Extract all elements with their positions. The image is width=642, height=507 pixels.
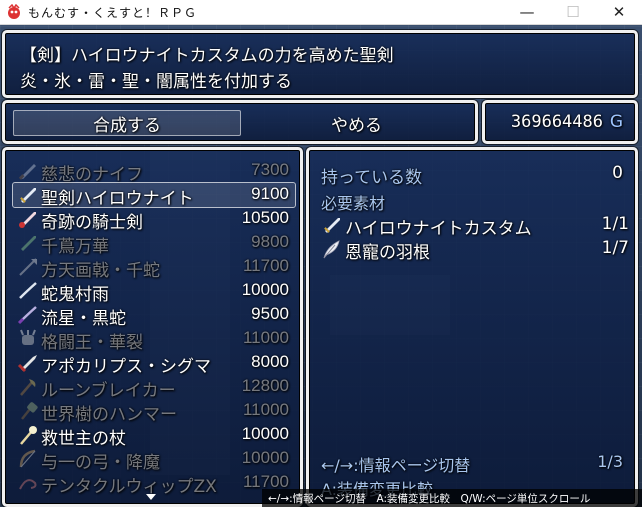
material-count: 1/7 bbox=[601, 238, 629, 258]
item-price: 10000 bbox=[241, 424, 289, 443]
page-switch-hint: ←/→:情報ページ切替 bbox=[321, 456, 471, 475]
key-help-bar: ←/→:情報ページ切替 A:装備変更比較 Q/W:ページ単位スクロール bbox=[262, 489, 642, 507]
gold-unit: G bbox=[609, 112, 623, 132]
help-window: 【剣】ハイロウナイトカスタムの力を高めた聖剣 炎・氷・雷・聖・闇属性を付加する bbox=[2, 30, 638, 98]
gold-amount: 369664486 bbox=[510, 112, 603, 132]
whip-icon bbox=[19, 479, 37, 490]
help-line-1: 【剣】ハイロウナイトカスタムの力を高めた聖剣 bbox=[20, 46, 394, 66]
item-price: 9500 bbox=[251, 304, 289, 323]
key-help-text: ←/→:情報ページ切替 A:装備変更比較 Q/W:ページ単位スクロール bbox=[268, 493, 591, 505]
item-name: 聖剣ハイロウナイト bbox=[41, 189, 194, 209]
item-price: 11700 bbox=[242, 256, 289, 275]
item-name: 蛇鬼村雨 bbox=[41, 285, 109, 305]
katana-icon bbox=[19, 282, 37, 299]
minimize-button[interactable]: — bbox=[504, 0, 550, 24]
required-materials-label: 必要素材 bbox=[321, 194, 386, 213]
item-price: 10000 bbox=[241, 448, 289, 467]
item-name: 与一の弓・降魔 bbox=[41, 453, 160, 473]
item-name: 千蔦万華 bbox=[41, 237, 109, 257]
item-name: 世界樹のハンマー bbox=[41, 405, 177, 425]
hammer-icon bbox=[21, 402, 38, 420]
item-list-window: 慈悲のナイフ 7300 聖剣ハイロウナイト 9100 奇跡の騎士剣 10500 … bbox=[2, 147, 303, 507]
list-item[interactable]: 流星・黒蛇 9500 bbox=[13, 303, 295, 329]
list-item[interactable]: 蛇鬼村雨 10000 bbox=[13, 279, 295, 305]
sword-icon bbox=[21, 236, 36, 251]
info-window: 持っている数 0 必要素材 ハイロウナイトカスタム 1/1 恩寵の羽根 1/7 … bbox=[306, 147, 638, 507]
item-price: 7300 bbox=[251, 160, 289, 179]
knife-icon bbox=[18, 164, 36, 180]
list-item[interactable]: 救世主の杖 10000 bbox=[13, 423, 295, 449]
list-item[interactable]: 格闘王・華裂 11000 bbox=[13, 327, 295, 353]
sword-icon bbox=[324, 218, 340, 233]
item-price: 11000 bbox=[242, 328, 289, 347]
material-name: 恩寵の羽根 bbox=[345, 243, 430, 263]
list-item[interactable]: アポカリプス・シグマ 8000 bbox=[13, 351, 295, 377]
gold-window: 369664486 G bbox=[482, 100, 638, 144]
game-screen: 【剣】ハイロウナイトカスタムの力を高めた聖剣 炎・氷・雷・聖・闇属性を付加する … bbox=[0, 25, 642, 507]
item-name: テンタクルウィップZX bbox=[41, 477, 217, 497]
item-price: 12800 bbox=[241, 376, 289, 395]
item-price: 9800 bbox=[251, 232, 289, 251]
sword-icon bbox=[19, 212, 36, 228]
title-bar: もんむす・くえすと！ＲＰＧ — ☐ ✕ bbox=[0, 0, 642, 25]
item-name: アポカリプス・シグマ bbox=[41, 357, 211, 377]
greatsword-icon bbox=[17, 355, 37, 373]
list-item[interactable]: ルーンブレイカー 12800 bbox=[13, 375, 295, 401]
spear-icon bbox=[19, 258, 37, 276]
item-name: 奇跡の騎士剣 bbox=[41, 213, 143, 233]
cancel-button[interactable]: やめる bbox=[331, 111, 382, 136]
list-item[interactable]: 奇跡の騎士剣 10500 bbox=[13, 207, 295, 233]
list-item[interactable]: 慈悲のナイフ 7300 bbox=[13, 159, 295, 185]
list-item[interactable]: 聖剣ハイロウナイト 9100 bbox=[12, 182, 296, 209]
list-item[interactable]: 世界樹のハンマー 11000 bbox=[13, 399, 295, 425]
item-price: 8000 bbox=[251, 352, 289, 371]
command-window: 合成する やめる bbox=[2, 100, 478, 144]
list-item[interactable]: 千蔦万華 9800 bbox=[13, 231, 295, 257]
item-name: 方天画戟・千蛇 bbox=[41, 261, 160, 281]
material-count: 1/1 bbox=[601, 214, 629, 234]
claw-icon bbox=[20, 329, 36, 345]
material-name: ハイロウナイトカスタム bbox=[345, 219, 532, 239]
item-name: 格闘王・華裂 bbox=[41, 333, 143, 353]
synthesize-button[interactable]: 合成する bbox=[93, 111, 161, 136]
owned-label: 持っている数 bbox=[321, 168, 423, 188]
feather-icon bbox=[323, 240, 340, 259]
list-item[interactable]: 方天画戟・千蛇 11700 bbox=[13, 255, 295, 281]
close-button[interactable]: ✕ bbox=[596, 0, 642, 24]
scroll-down-arrow-icon[interactable] bbox=[146, 494, 156, 500]
item-price: 9100 bbox=[251, 184, 289, 203]
item-name: 慈悲のナイフ bbox=[41, 165, 143, 185]
window-title: もんむす・くえすと！ＲＰＧ bbox=[28, 6, 198, 20]
maximize-button[interactable]: ☐ bbox=[550, 0, 596, 24]
katana-icon bbox=[17, 306, 37, 325]
owned-count: 0 bbox=[612, 163, 623, 183]
item-price: 10500 bbox=[241, 208, 289, 227]
list-item[interactable]: テンタクルウィップZX 11700 bbox=[13, 471, 295, 497]
sword-icon bbox=[20, 188, 36, 203]
list-item[interactable]: 与一の弓・降魔 10000 bbox=[13, 447, 295, 473]
bow-icon bbox=[19, 449, 36, 468]
item-name: ルーンブレイカー bbox=[41, 381, 176, 401]
material-row: ハイロウナイトカスタム 1/1 bbox=[321, 213, 629, 239]
page-indicator: 1/3 bbox=[597, 452, 623, 471]
axe-icon bbox=[20, 379, 36, 396]
item-price: 10000 bbox=[241, 280, 289, 299]
staff-icon bbox=[20, 426, 37, 445]
material-row: 恩寵の羽根 1/7 bbox=[321, 237, 629, 263]
item-name: 流星・黒蛇 bbox=[41, 309, 126, 329]
item-price: 11000 bbox=[242, 400, 289, 419]
app-icon bbox=[8, 4, 20, 19]
help-line-2: 炎・氷・雷・聖・闇属性を付加する bbox=[20, 72, 292, 92]
item-name: 救世主の杖 bbox=[41, 429, 126, 449]
